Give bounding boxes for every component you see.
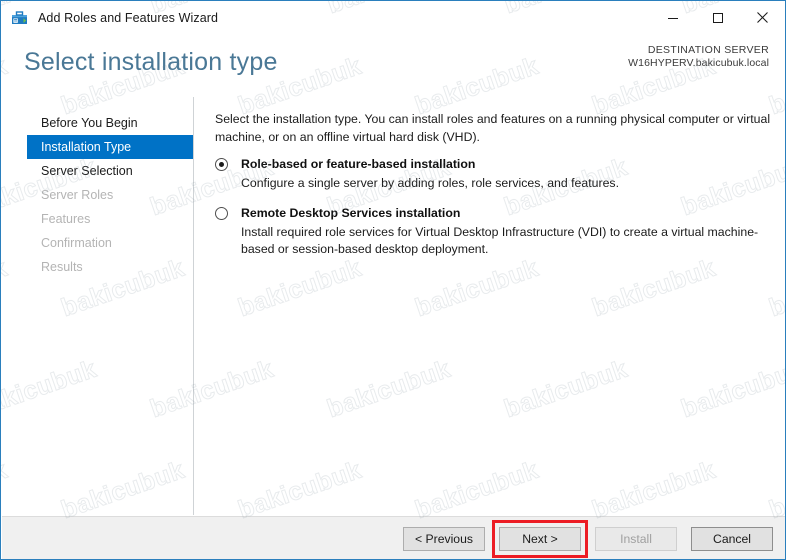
sidebar-item-installation-type[interactable]: Installation Type <box>27 135 193 159</box>
sidebar-item-before-you-begin[interactable]: Before You Begin <box>2 111 193 135</box>
option-remote-desktop-description: Install required role services for Virtu… <box>241 224 759 257</box>
footer-button-bar: < Previous Next > Install Cancel <box>403 520 773 558</box>
wizard-body: Before You Begin Installation Type Serve… <box>2 97 785 515</box>
server-toolbox-icon <box>11 9 29 27</box>
radio-remote-desktop-services[interactable] <box>215 206 228 220</box>
close-icon[interactable] <box>740 1 785 34</box>
option-role-based-installation[interactable]: Role-based or feature-based installation… <box>215 156 775 193</box>
installation-type-radio-group: Role-based or feature-based installation… <box>215 156 775 271</box>
install-button-wrap: Install <box>595 527 677 551</box>
cancel-button-wrap: Cancel <box>691 527 773 551</box>
option-role-based-label: Role-based or feature-based installation <box>241 157 476 171</box>
install-button: Install <box>595 527 677 551</box>
previous-button[interactable]: < Previous <box>403 527 485 551</box>
next-button-wrap: Next > <box>492 520 588 558</box>
sidebar-item-server-selection[interactable]: Server Selection <box>2 159 193 183</box>
minimize-icon[interactable] <box>650 1 695 34</box>
destination-server-name: W16HYPERV.bakicubuk.local <box>628 57 769 69</box>
wizard-window: Add Roles and Features Wizard Select ins… <box>0 0 786 560</box>
radio-role-based-installation[interactable] <box>215 158 228 171</box>
option-remote-desktop-services-installation[interactable]: Remote Desktop Services installation Ins… <box>215 205 775 259</box>
wizard-content: Select the installation type. You can in… <box>195 97 785 515</box>
title-bar: Add Roles and Features Wizard <box>1 1 785 34</box>
window-title: Add Roles and Features Wizard <box>38 10 219 25</box>
sidebar-item-results: Results <box>41 260 83 274</box>
sidebar-item-server-roles: Server Roles <box>41 188 114 202</box>
sidebar-item-features: Features <box>41 212 91 226</box>
window-controls <box>650 1 785 34</box>
option-remote-desktop-label: Remote Desktop Services installation <box>241 205 461 220</box>
wizard-sidebar: Before You Begin Installation Type Serve… <box>2 97 194 515</box>
maximize-icon[interactable] <box>695 1 740 34</box>
next-button[interactable]: Next > <box>499 527 581 551</box>
instruction-text: Select the installation type. You can in… <box>215 112 771 144</box>
sidebar-item-confirmation: Confirmation <box>41 236 112 250</box>
destination-server-block: DESTINATION SERVER W16HYPERV.bakicubuk.l… <box>628 44 769 70</box>
page-header: Select installation type DESTINATION SER… <box>2 34 785 98</box>
option-role-based-description: Configure a single server by adding role… <box>241 176 619 190</box>
wizard-footer: < Previous Next > Install Cancel <box>2 516 785 559</box>
cancel-button[interactable]: Cancel <box>691 527 773 551</box>
page-title: Select installation type <box>24 48 278 76</box>
previous-button-wrap: < Previous <box>403 527 485 551</box>
destination-server-label: DESTINATION SERVER <box>647 44 769 56</box>
